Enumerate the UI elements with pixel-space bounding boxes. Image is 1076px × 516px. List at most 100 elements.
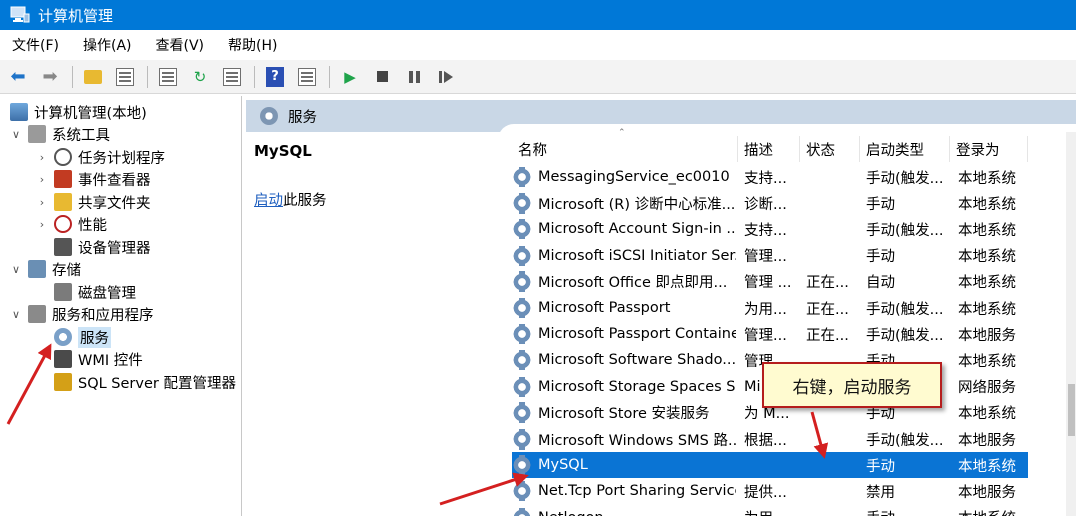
tree-item-label: 任务计划程序 [78, 150, 165, 167]
table-row[interactable]: Microsoft Account Sign-in ... 支持... 手动(触发.… [512, 216, 1028, 242]
service-description: 为用... [744, 507, 802, 516]
pause-service-icon[interactable] [402, 65, 426, 89]
up-folder-icon[interactable] [81, 65, 105, 89]
tree-item-performance[interactable]: › 性能 [36, 213, 107, 235]
service-startup-type: 手动(触发... [866, 222, 944, 239]
service-name-cell: Microsoft Passport [512, 298, 736, 318]
service-name-cell: Microsoft Storage Spaces S... [512, 376, 736, 397]
service-gear-icon [512, 271, 532, 293]
chevron-right-icon[interactable]: › [36, 196, 48, 209]
properties-icon[interactable] [156, 65, 180, 89]
gear-icon [54, 328, 72, 346]
service-startup-type: 手动(触发... [866, 301, 944, 318]
table-row[interactable]: Net.Tcp Port Sharing Service 提供... 禁用 本地服务 [512, 478, 1028, 504]
service-description: 管理... [744, 249, 787, 266]
menu-view[interactable]: 查看(V) [154, 31, 207, 59]
menu-action[interactable]: 操作(A) [81, 31, 134, 59]
service-description: 提供... [744, 484, 787, 501]
service-description: 诊断... [744, 196, 787, 213]
menu-help[interactable]: 帮助(H) [226, 31, 279, 59]
table-row[interactable]: Microsoft (R) 诊断中心标准... 诊断... 手动 本地系统 [512, 190, 1028, 216]
shared-folder-icon [54, 193, 72, 211]
window-title: 计算机管理 [38, 6, 114, 25]
scrollbar-thumb[interactable] [1068, 384, 1075, 436]
service-startup-type: 手动(触发... [866, 170, 944, 187]
table-row[interactable]: Microsoft Office 即点即用... 管理 ... 正在... 自动 本地系… [512, 269, 1028, 295]
tree-item-label: WMI 控件 [78, 352, 143, 369]
column-header-description[interactable]: 描述 [738, 136, 800, 162]
tree-item-shared-folders[interactable]: › 共享文件夹 [36, 191, 151, 213]
service-name-cell: MySQL [512, 455, 736, 476]
table-row[interactable]: Netlogon 为用... 手动本地系统 [512, 505, 1028, 516]
tree-item-wmi[interactable]: WMI 控件 [54, 348, 143, 370]
service-name-cell: Microsoft iSCSI Initiator Ser... [512, 245, 736, 266]
service-name: Microsoft iSCSI Initiator Ser... [538, 247, 736, 264]
chevron-down-icon[interactable]: ∨ [10, 128, 22, 141]
tree-item-label: 设备管理器 [78, 240, 151, 257]
tree-item-label: 性能 [78, 217, 107, 234]
table-row[interactable]: Microsoft Passport 为用... 正在... 手动(触发... 本地系统 [512, 295, 1028, 321]
help-icon[interactable]: ? [263, 65, 287, 89]
service-gear-icon [512, 428, 532, 450]
restart-service-icon[interactable] [434, 65, 458, 89]
action-pane-icon[interactable] [295, 65, 319, 89]
table-row[interactable]: Microsoft Windows SMS 路... 根据... 手动(触发... 本… [512, 426, 1028, 452]
tree-item-event-viewer[interactable]: › 事件查看器 [36, 168, 151, 190]
toolbar-divider [72, 65, 73, 88]
service-logon: 本地系统 [958, 249, 1016, 266]
tree-item-services-apps[interactable]: ∨ 服务和应用程序 [10, 303, 154, 325]
chevron-down-icon[interactable]: ∨ [10, 263, 22, 276]
tree-item-sql-server[interactable]: SQL Server 配置管理器 [54, 371, 236, 393]
service-name: MySQL [538, 457, 588, 474]
chevron-right-icon[interactable]: › [36, 218, 48, 231]
service-description: 管理... [744, 327, 787, 344]
toolbar: ⬅ ➡ ↻ ? ▶ [0, 60, 1076, 94]
service-description-panel: MySQL 启动此服务 [246, 132, 498, 516]
start-service-suffix: 此服务 [283, 193, 327, 209]
column-header-status[interactable]: 状态 [800, 136, 860, 162]
table-row[interactable]: MessagingService_ec0010 支持... 手动(触发... 本地系统 [512, 164, 1028, 190]
vertical-scrollbar[interactable] [1066, 132, 1076, 516]
tree-item-label: 磁盘管理 [78, 285, 136, 302]
start-service-icon[interactable]: ▶ [338, 65, 362, 89]
services-list: ⌃ 名称 描述 状态 启动类型 登录为 MessagingService_ec0… [498, 124, 1076, 516]
column-header-name[interactable]: 名称 [512, 136, 738, 162]
start-service-link[interactable]: 启动 [254, 193, 283, 209]
tree-item-disk-management[interactable]: 磁盘管理 [54, 281, 136, 303]
forward-arrow-icon[interactable]: ➡ [38, 65, 62, 89]
service-description: 管理 ... [744, 275, 792, 292]
tree-item-services[interactable]: 服务 [54, 326, 111, 348]
table-row-selected[interactable]: MySQL 手动 本地系统 [512, 452, 1028, 479]
menu-file[interactable]: 文件(F) [10, 31, 61, 59]
refresh-icon[interactable]: ↻ [188, 65, 212, 89]
service-name: Microsoft (R) 诊断中心标准... [538, 196, 736, 213]
tree-item-system-tools[interactable]: ∨ 系统工具 [10, 123, 110, 145]
stop-service-icon[interactable] [370, 65, 394, 89]
service-status: 正在... [806, 301, 849, 318]
tree-item-label: 服务和应用程序 [52, 307, 154, 324]
service-gear-icon [512, 350, 532, 371]
service-name: Microsoft Storage Spaces S... [538, 378, 736, 395]
service-name: Microsoft Store 安装服务 [538, 406, 710, 423]
tree-item-storage[interactable]: ∨ 存储 [10, 258, 81, 280]
chevron-down-icon[interactable]: ∨ [10, 308, 22, 321]
tree-item-device-manager[interactable]: 设备管理器 [54, 236, 151, 258]
show-hide-tree-icon[interactable] [113, 65, 137, 89]
column-header-startup-type[interactable]: 启动类型 [860, 136, 950, 162]
table-row[interactable]: Microsoft Passport Container 管理... 正在... 手动… [512, 321, 1028, 347]
tree-item-task-scheduler[interactable]: › 任务计划程序 [36, 146, 165, 168]
service-logon: 本地系统 [958, 222, 1016, 239]
column-header-logon[interactable]: 登录为 [950, 136, 1028, 162]
tree-item-root[interactable]: 计算机管理(本地) [10, 101, 147, 123]
service-logon: 本地系统 [958, 196, 1016, 213]
service-description: 支持... [744, 222, 787, 239]
service-name-cell: Microsoft Store 安装服务 [512, 402, 736, 424]
menu-bar: 文件(F) 操作(A) 查看(V) 帮助(H) [0, 30, 1076, 60]
back-arrow-icon[interactable]: ⬅ [6, 65, 30, 89]
export-list-icon[interactable] [220, 65, 244, 89]
table-row[interactable]: Microsoft iSCSI Initiator Ser... 管理... 手动 本… [512, 243, 1028, 269]
chevron-right-icon[interactable]: › [36, 173, 48, 186]
event-viewer-icon [54, 170, 72, 188]
chevron-right-icon[interactable]: › [36, 151, 48, 164]
tree-item-label: 共享文件夹 [78, 195, 151, 212]
